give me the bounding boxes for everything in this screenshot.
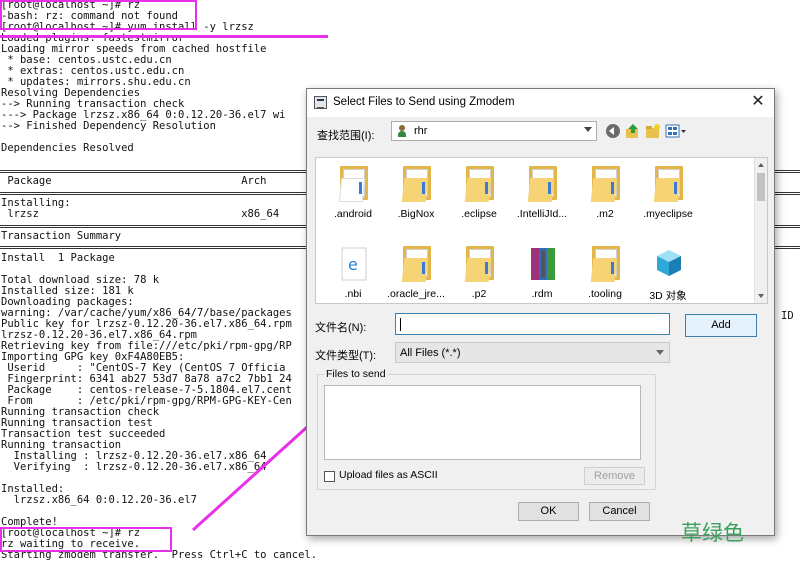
cancel-button[interactable]: Cancel xyxy=(589,502,650,521)
terminal-line: Install 1 Package xyxy=(1,252,115,264)
file-name: .tooling xyxy=(588,288,622,300)
ie-file-icon: e xyxy=(338,246,370,282)
scroll-thumb[interactable] xyxy=(757,173,765,201)
filename-input[interactable] xyxy=(395,313,670,335)
scroll-up-icon[interactable] xyxy=(758,163,764,167)
terminal-line: Dependencies Resolved xyxy=(1,142,134,154)
file-item[interactable]: 3D 对象 xyxy=(637,240,699,303)
file-name: .myeclipse xyxy=(643,208,693,220)
filetype-label: 文件类型(T): xyxy=(315,350,377,362)
folder-icon xyxy=(590,246,622,282)
terminal-line: lrzsz.x86_64 0:0.12.20-36.el7 xyxy=(1,494,197,506)
close-button[interactable]: ✕ xyxy=(748,93,768,111)
file-name: .m2 xyxy=(596,208,614,220)
ascii-label: Upload files as ASCII xyxy=(339,469,438,481)
file-name: .BigNox xyxy=(397,208,435,220)
terminal-line: Verifying : lrzsz-0.12.20-36.el7.x86_64 xyxy=(1,461,267,473)
3d-objects-icon xyxy=(653,246,685,282)
svg-text:e: e xyxy=(348,255,358,274)
file-item[interactable]: .IntelliJId... xyxy=(511,160,573,230)
archive-icon xyxy=(527,246,559,282)
filename-label: 文件名(N): xyxy=(315,322,367,334)
watermark: 草绿色 xyxy=(681,521,744,545)
file-item[interactable]: .m2 xyxy=(574,160,636,230)
up-folder-icon[interactable] xyxy=(625,123,641,139)
filetype-value: All Files (*.*) xyxy=(400,347,461,359)
file-name: .p2 xyxy=(471,288,487,300)
file-name: .android xyxy=(334,208,372,220)
file-name: 3D 对象 xyxy=(649,290,687,302)
file-name: .eclipse xyxy=(461,208,497,220)
file-item[interactable]: .tooling xyxy=(574,240,636,303)
file-name: .nbi xyxy=(344,288,362,300)
scroll-down-icon[interactable] xyxy=(758,294,764,298)
terminal-line: --> Finished Dependency Resolution xyxy=(1,120,216,132)
add-button[interactable]: Add xyxy=(685,314,757,337)
remove-button[interactable]: Remove xyxy=(584,467,645,485)
highlight-box-rz-receive xyxy=(0,527,172,552)
folder-icon xyxy=(401,166,433,202)
folder-icon xyxy=(401,246,433,282)
file-list[interactable]: .android .BigNox .eclipse .IntelliJId... .m2… xyxy=(315,157,768,304)
file-icon xyxy=(338,166,370,202)
folder-icon xyxy=(653,166,685,202)
file-item[interactable]: .rdm xyxy=(511,240,573,303)
look-in-select[interactable]: rhr xyxy=(391,121,597,141)
file-name: .oracle_jre... xyxy=(387,288,445,300)
file-item[interactable]: .android xyxy=(322,160,384,230)
look-in-label: 查找范围(I): xyxy=(317,130,375,142)
file-item[interactable]: .myeclipse xyxy=(637,160,699,230)
vertical-scrollbar[interactable] xyxy=(754,158,767,303)
highlight-box-rz-error xyxy=(0,0,197,30)
user-folder-icon xyxy=(398,125,406,137)
chevron-down-icon xyxy=(584,127,592,132)
file-name: .IntelliJId... xyxy=(516,208,568,220)
zmodem-file-dialog[interactable]: Select Files to Send using Zmodem ✕ 查找范围… xyxy=(306,88,775,536)
ok-button[interactable]: OK xyxy=(518,502,579,521)
new-folder-icon[interactable] xyxy=(645,123,661,139)
filetype-select[interactable]: All Files (*.*) xyxy=(395,342,670,363)
dialog-title: Select Files to Send using Zmodem xyxy=(333,96,515,108)
chevron-down-icon xyxy=(656,350,664,355)
files-to-send-list[interactable] xyxy=(324,385,641,460)
terminal-right-fragment: ID xyxy=(781,310,794,322)
file-item[interactable]: .BigNox xyxy=(385,160,447,230)
look-in-value: rhr xyxy=(414,125,428,137)
file-item[interactable]: .eclipse xyxy=(448,160,510,230)
terminal-line: Transaction Summary xyxy=(1,230,122,242)
folder-icon xyxy=(590,166,622,202)
text-caret xyxy=(400,318,401,331)
highlight-underline-yum-install xyxy=(0,35,328,38)
back-icon[interactable] xyxy=(605,123,621,139)
folder-icon xyxy=(464,166,496,202)
folder-icon xyxy=(527,166,559,202)
file-item[interactable]: .oracle_jre... xyxy=(385,240,447,303)
files-to-send-group: Files to send Upload files as ASCII Remo… xyxy=(317,368,656,490)
file-name: .rdm xyxy=(531,288,553,300)
app-icon xyxy=(314,96,327,109)
file-item[interactable]: .p2 xyxy=(448,240,510,303)
view-menu-icon[interactable] xyxy=(665,123,687,139)
ascii-checkbox[interactable] xyxy=(324,471,335,482)
folder-icon xyxy=(464,246,496,282)
file-item[interactable]: e .nbi xyxy=(322,240,384,303)
dialog-titlebar[interactable]: Select Files to Send using Zmodem ✕ xyxy=(307,89,774,117)
files-to-send-label: Files to send xyxy=(324,368,388,380)
